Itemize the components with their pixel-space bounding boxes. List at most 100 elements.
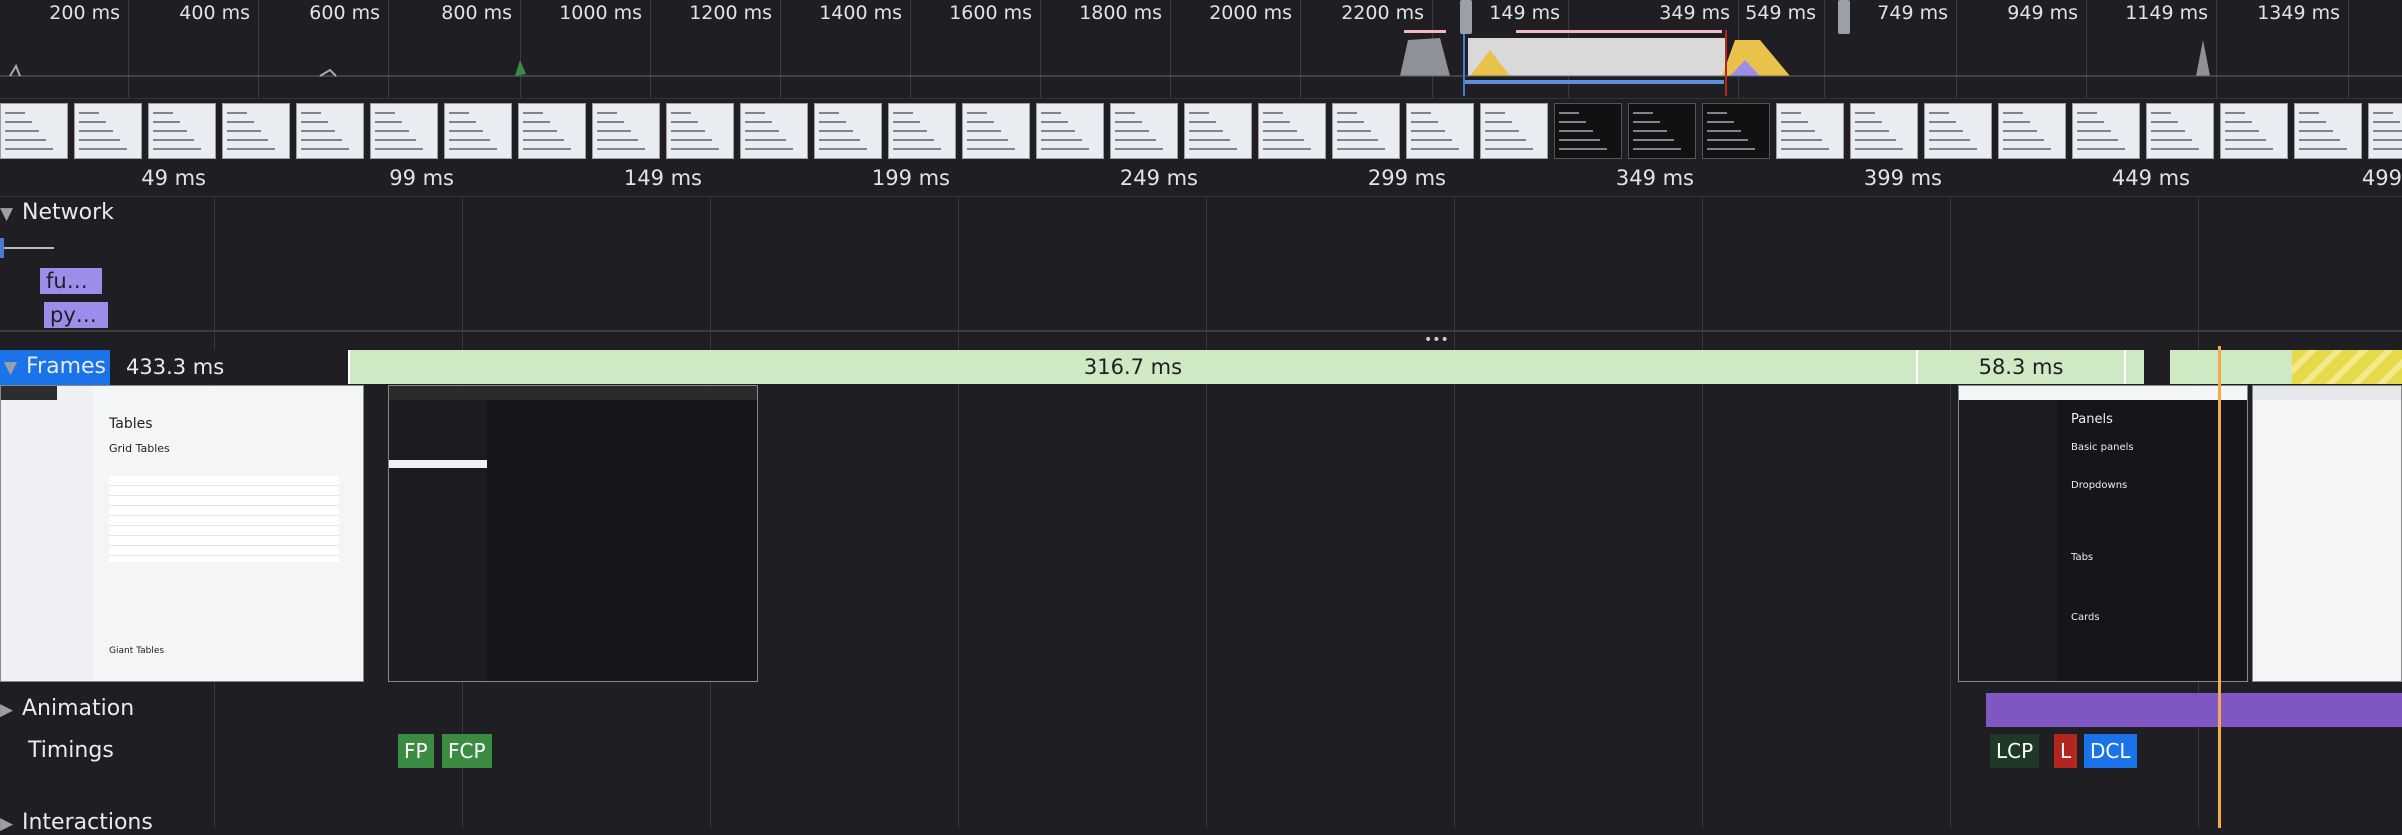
filmstrip-thumbnail[interactable] bbox=[1702, 103, 1770, 159]
timing-fcp[interactable]: FCP bbox=[442, 734, 492, 768]
snapshot-page-title: Tables bbox=[109, 416, 153, 432]
timing-marker-line bbox=[2218, 346, 2221, 828]
time-tick-label: 449 ms bbox=[2111, 166, 2190, 190]
frame-segment[interactable] bbox=[2144, 350, 2170, 384]
filmstrip-thumbnail[interactable] bbox=[2220, 103, 2288, 159]
time-gridline bbox=[1454, 196, 1455, 828]
filmstrip-thumbnail[interactable] bbox=[666, 103, 734, 159]
filmstrip-thumbnail[interactable] bbox=[814, 103, 882, 159]
frame-screenshot[interactable]: Tables Grid Tables Giant Tables bbox=[0, 385, 364, 682]
time-tick-label: 299 ms bbox=[1367, 166, 1446, 190]
track-timings-header[interactable]: Timings bbox=[28, 738, 114, 763]
animation-bar[interactable] bbox=[1986, 693, 2402, 727]
filmstrip-thumbnail[interactable] bbox=[1036, 103, 1104, 159]
filmstrip-thumbnail[interactable] bbox=[74, 103, 142, 159]
overview-timeline[interactable]: 200 ms 400 ms 600 ms 800 ms 1000 ms 1200 ms 14… bbox=[0, 0, 2402, 98]
filmstrip-thumbnail[interactable] bbox=[2072, 103, 2140, 159]
overview-window-left-handle[interactable] bbox=[1460, 0, 1472, 34]
filmstrip-thumbnail[interactable] bbox=[1406, 103, 1474, 159]
filmstrip-thumbnail[interactable] bbox=[1924, 103, 1992, 159]
overview-window-right-handle[interactable] bbox=[1838, 0, 1850, 34]
snapshot-section-title: Grid Tables bbox=[109, 442, 170, 455]
overview-tick-label: 349 ms bbox=[1659, 2, 1730, 24]
filmstrip-thumbnail[interactable] bbox=[1480, 103, 1548, 159]
frame-partial-segment[interactable] bbox=[2292, 350, 2402, 384]
expand-triangle-icon[interactable]: ▼ bbox=[4, 351, 26, 385]
frame-segment[interactable]: 433.3 ms bbox=[110, 350, 350, 384]
time-gridline bbox=[958, 196, 959, 828]
filmstrip-thumbnail[interactable] bbox=[962, 103, 1030, 159]
time-tick-label: 399 ms bbox=[1863, 166, 1942, 190]
track-frames-header[interactable]: ▼ Frames bbox=[0, 350, 110, 385]
snapshot-topbar bbox=[1959, 386, 2247, 400]
network-request-whisker bbox=[4, 247, 54, 249]
filmstrip-thumbnail[interactable] bbox=[1184, 103, 1252, 159]
frame-screenshot[interactable] bbox=[2252, 385, 2402, 682]
track-timings-label: Timings bbox=[28, 738, 114, 763]
snapshot-topbar bbox=[389, 386, 757, 400]
timing-dcl[interactable]: DCL bbox=[2084, 734, 2137, 768]
frame-segment[interactable] bbox=[2126, 350, 2144, 384]
overview-tick-label: 549 ms bbox=[1745, 2, 1816, 24]
track-network-header[interactable]: ▼ Network bbox=[0, 200, 114, 225]
network-request-py[interactable]: py… bbox=[44, 302, 108, 328]
filmstrip-thumbnail[interactable] bbox=[2368, 103, 2402, 159]
overview-tick-label: 749 ms bbox=[1877, 2, 1948, 24]
track-animation-header[interactable]: ▶ Animation bbox=[0, 696, 134, 721]
filmstrip-thumbnail[interactable] bbox=[592, 103, 660, 159]
overview-tick-label: 400 ms bbox=[179, 2, 250, 24]
overview-tick-label: 1800 ms bbox=[1079, 2, 1162, 24]
overview-tick-label: 1149 ms bbox=[2125, 2, 2208, 24]
snapshot-tabs: Tabs bbox=[2071, 552, 2094, 563]
filmstrip-thumbnail[interactable] bbox=[1850, 103, 1918, 159]
track-frames-label: Frames bbox=[26, 354, 107, 379]
filmstrip-thumbnail[interactable] bbox=[444, 103, 512, 159]
snapshot-selected-item bbox=[389, 460, 487, 468]
overview-tick-label: 1000 ms bbox=[559, 2, 642, 24]
filmstrip-thumbnail[interactable] bbox=[888, 103, 956, 159]
filmstrip-thumbnail[interactable] bbox=[1110, 103, 1178, 159]
filmstrip-thumbnail[interactable] bbox=[740, 103, 808, 159]
timing-l[interactable]: L bbox=[2054, 734, 2078, 768]
track-animation-label: Animation bbox=[22, 696, 135, 721]
track-divider[interactable] bbox=[0, 330, 2402, 332]
filmstrip-thumbnail[interactable] bbox=[222, 103, 290, 159]
filmstrip-thumbnail[interactable] bbox=[0, 103, 68, 159]
frame-segment[interactable]: 316.7 ms bbox=[350, 350, 1918, 384]
time-gridline bbox=[1702, 196, 1703, 828]
frame-screenshot[interactable]: Panels Basic panels Dropdowns Tabs Cards bbox=[1958, 385, 2248, 682]
filmstrip-thumbnail[interactable] bbox=[1776, 103, 1844, 159]
filmstrip-thumbnail[interactable] bbox=[518, 103, 586, 159]
filmstrip-thumbnail[interactable] bbox=[1258, 103, 1326, 159]
filmstrip-thumbnail[interactable] bbox=[2146, 103, 2214, 159]
snapshot-dropdowns: Dropdowns bbox=[2071, 480, 2128, 491]
collapse-triangle-icon[interactable]: ▼ bbox=[0, 204, 22, 224]
track-interactions-header[interactable]: ▶ Interactions bbox=[0, 810, 153, 835]
filmstrip-thumbnail[interactable] bbox=[1554, 103, 1622, 159]
filmstrip-thumbnail[interactable] bbox=[2294, 103, 2362, 159]
overview-tick-label: 200 ms bbox=[49, 2, 120, 24]
time-tick-label: 49 ms bbox=[141, 166, 206, 190]
frame-screenshot[interactable] bbox=[388, 385, 758, 682]
filmstrip-thumbnail[interactable] bbox=[148, 103, 216, 159]
filmstrip-thumbnail[interactable] bbox=[1628, 103, 1696, 159]
overview-tick-label: 949 ms bbox=[2007, 2, 2078, 24]
time-tick-label: 249 ms bbox=[1119, 166, 1198, 190]
frame-segment[interactable]: 58.3 ms bbox=[1918, 350, 2126, 384]
filmstrip-thumbnail[interactable] bbox=[370, 103, 438, 159]
expand-triangle-icon[interactable]: ▶ bbox=[0, 700, 22, 720]
main-time-ruler: 49 ms 99 ms 149 ms 199 ms 249 ms 299 ms 349 ms… bbox=[0, 160, 2402, 197]
filmstrip-thumbnail[interactable] bbox=[1998, 103, 2066, 159]
timing-fp[interactable]: FP bbox=[398, 734, 434, 768]
overview-tick-label: 1400 ms bbox=[819, 2, 902, 24]
time-gridline bbox=[1206, 196, 1207, 828]
expand-triangle-icon[interactable]: ▶ bbox=[0, 814, 22, 834]
track-interactions-label: Interactions bbox=[22, 810, 153, 835]
filmstrip-thumbnail[interactable] bbox=[296, 103, 364, 159]
snapshot-sidebar bbox=[1959, 400, 2057, 681]
network-request-fu[interactable]: fu… bbox=[40, 268, 102, 294]
filmstrip-thumbnail[interactable] bbox=[1332, 103, 1400, 159]
timing-lcp[interactable]: LCP bbox=[1990, 734, 2040, 768]
resize-handle-icon[interactable]: ••• bbox=[1424, 332, 1449, 348]
frame-segment[interactable] bbox=[2170, 350, 2232, 384]
